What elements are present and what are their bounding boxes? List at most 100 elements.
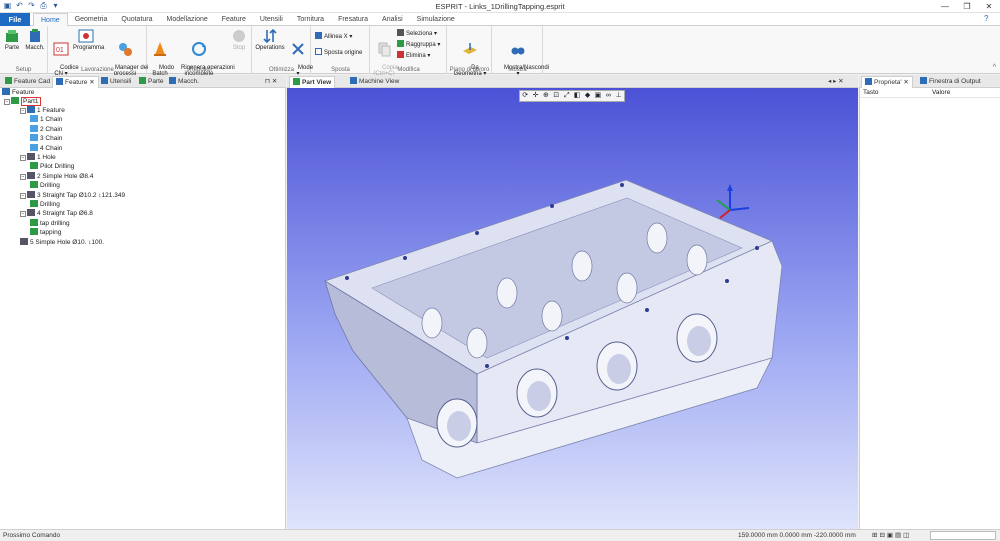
- tree-node[interactable]: − 4 Straight Tap Ø6.8: [20, 209, 93, 218]
- tree-node[interactable]: 3 Chain: [30, 134, 62, 143]
- tab-simulazione[interactable]: Simulazione: [410, 13, 462, 26]
- tree-node-icon: [30, 115, 38, 123]
- tree-node-label: Pilot Drilling: [40, 163, 75, 171]
- seleziona-button[interactable]: Seleziona ▾: [397, 29, 437, 38]
- tree-node-icon: [27, 190, 35, 198]
- tree-node-icon: [30, 124, 38, 132]
- allinea-x-button[interactable]: Allinea X ▾: [315, 32, 352, 41]
- group-ottimizza: Operations Mode ▾ Ottimizza: [253, 26, 313, 77]
- tree-part[interactable]: − Part1: [4, 97, 41, 106]
- macch-button[interactable]: Macch.: [24, 28, 46, 52]
- operations-button[interactable]: Operations: [254, 28, 286, 52]
- tab-modellazione[interactable]: Modellazione: [160, 13, 215, 26]
- tab-utensili[interactable]: Utensili: [98, 76, 134, 88]
- group-piano-lavoro: Da Geometria ▾ Piano di lavoro: [448, 26, 492, 77]
- tab-feature-cad[interactable]: Feature Cad: [2, 76, 53, 88]
- programma-button[interactable]: Programma: [73, 28, 104, 52]
- collapse-icon[interactable]: −: [20, 155, 26, 161]
- tab-analisi[interactable]: Analisi: [375, 13, 410, 26]
- feature-cad-icon: [5, 77, 12, 84]
- piano-group-label: Piano di lavoro: [449, 67, 490, 73]
- restore-icon[interactable]: ❐: [956, 0, 978, 13]
- stop-button[interactable]: Stop: [228, 28, 250, 52]
- tree-node-label: 5 Simple Hole Ø10. ↕100.: [30, 238, 105, 246]
- tab-machine-view[interactable]: Machine View: [347, 76, 402, 88]
- tree-node[interactable]: − 3 Straight Tap Ø10.2 ↕121.349: [20, 190, 126, 200]
- tree-node[interactable]: 1 Chain: [30, 115, 62, 124]
- workplane-icon: [463, 43, 477, 54]
- view-controls[interactable]: ◂ ▸ ✕: [825, 76, 847, 88]
- status-icons[interactable]: ⊞⊟▣▤◫: [872, 530, 911, 541]
- tree-node[interactable]: − 1 Hole: [20, 153, 56, 162]
- stop-icon: [233, 30, 245, 42]
- collapse-icon[interactable]: −: [20, 108, 26, 114]
- tree-node-icon: [30, 134, 38, 142]
- tree-node-icon: [30, 143, 38, 151]
- status-field[interactable]: [930, 531, 996, 540]
- tree-node[interactable]: tapping: [30, 228, 61, 237]
- tree-part-label: Part1: [21, 97, 41, 106]
- tree-node[interactable]: − 2 Simple Hole Ø8.4: [20, 171, 93, 181]
- regenerate-icon: [192, 42, 206, 56]
- tab-utensili[interactable]: Utensili: [253, 13, 290, 26]
- tree-node[interactable]: tap drilling: [30, 218, 70, 228]
- close-icon[interactable]: ✕: [978, 0, 1000, 13]
- file-menu[interactable]: File: [0, 13, 30, 26]
- tab-home[interactable]: Home: [33, 13, 68, 26]
- tree-node[interactable]: 2 Chain: [30, 124, 62, 134]
- tab-feature[interactable]: Feature: [215, 13, 253, 26]
- tree-node[interactable]: Drilling: [30, 181, 60, 190]
- tree-node[interactable]: Drilling: [30, 200, 60, 209]
- tree-root[interactable]: Feature: [2, 88, 34, 97]
- tree-node[interactable]: 4 Chain: [30, 143, 62, 153]
- tree-node[interactable]: − 1 Feature: [20, 106, 65, 115]
- tab-proprieta[interactable]: Proprieta' ✕: [861, 76, 913, 88]
- tab-finestra-output[interactable]: Finestra di Output: [917, 76, 984, 88]
- group-rebuild: Modo Batch Rigenera operazioni incomplet…: [148, 26, 252, 77]
- raggruppa-button[interactable]: Raggruppa ▾: [397, 40, 440, 49]
- feature-tree: Feature − Part1 − 1 Feature 1 Chain 2 Chain 3…: [0, 88, 286, 529]
- machine-view-icon: [350, 77, 357, 84]
- status-message: Prossimo Comando: [3, 532, 61, 539]
- sposta-origine-button[interactable]: Sposta origine: [315, 48, 362, 57]
- feature-tree-icon: [2, 88, 10, 95]
- close-icon[interactable]: ✕: [89, 79, 94, 86]
- nc-code-icon: 01: [53, 42, 69, 56]
- tab-label: Finestra di Output: [929, 78, 981, 85]
- minimize-icon[interactable]: —: [934, 0, 956, 13]
- tab-quotatura[interactable]: Quotatura: [114, 13, 159, 26]
- tab-macch[interactable]: Macch.: [166, 76, 202, 88]
- tab-geometria[interactable]: Geometria: [68, 13, 115, 26]
- group-icon: [397, 40, 404, 47]
- parte-button[interactable]: Parte: [2, 28, 22, 52]
- tab-part-view[interactable]: Part View: [289, 76, 336, 88]
- mode-icon: [292, 43, 304, 55]
- properties-icon: [865, 78, 872, 85]
- collapse-ribbon-icon[interactable]: ^: [993, 64, 996, 71]
- elimina-button[interactable]: Elimina ▾: [397, 51, 430, 60]
- tab-feature[interactable]: Feature ✕: [52, 76, 99, 88]
- origin-icon: [315, 48, 322, 55]
- tree-node-label: 1 Chain: [40, 116, 63, 124]
- tab-label: Feature Cad: [14, 78, 51, 85]
- view-tabs: Part View Machine View ◂ ▸ ✕: [287, 75, 858, 88]
- tree-node[interactable]: 5 Simple Hole Ø10. ↕100.: [20, 237, 105, 247]
- collapse-icon[interactable]: −: [4, 99, 10, 105]
- group-mostra: Mostra/Nascondi ▾ Mostra: [493, 26, 549, 77]
- sposta-origine-label: Sposta origine: [324, 50, 363, 56]
- pin-icon[interactable]: ⊓ ✕: [262, 76, 280, 88]
- tree-node-label: 3 Straight Tap Ø10.2 ↕121.349: [37, 191, 126, 199]
- help-icon[interactable]: ?: [984, 14, 994, 24]
- sort-arrows-icon: [263, 28, 277, 44]
- output-icon: [920, 77, 927, 84]
- tab-parte[interactable]: Parte: [136, 76, 167, 88]
- tab-fresatura[interactable]: Fresatura: [331, 13, 375, 26]
- mostra-group-label: Mostra: [508, 67, 527, 73]
- tab-tornitura[interactable]: Tornitura: [290, 13, 331, 26]
- tree-node[interactable]: Pilot Drilling: [30, 162, 74, 171]
- collapse-icon[interactable]: −: [20, 173, 26, 180]
- rebuild-group-label: Rebuild: [189, 67, 210, 73]
- collapse-icon[interactable]: −: [20, 192, 26, 199]
- collapse-icon[interactable]: −: [20, 211, 26, 218]
- 3d-viewport[interactable]: ⟳ ✛ ⊕ ⊡ ⤢ ◧ ◆ ▣ ∞ ⊥: [287, 88, 858, 529]
